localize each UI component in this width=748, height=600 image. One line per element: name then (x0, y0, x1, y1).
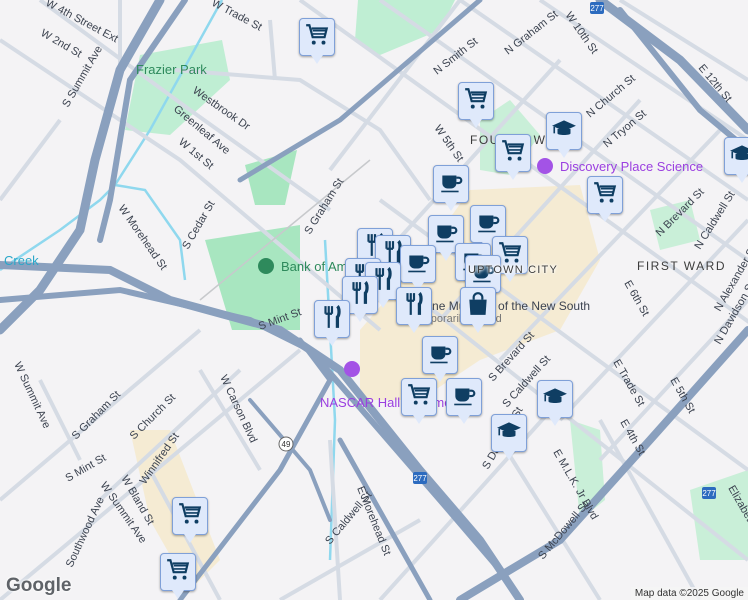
map-marker-shopping-cart[interactable] (172, 497, 208, 543)
map-marker-graduation-cap[interactable] (546, 112, 582, 158)
graduation-cap-icon (542, 384, 568, 415)
map-attribution[interactable]: Map data ©2025 Google (630, 587, 748, 600)
coffee-cup-icon (451, 382, 477, 413)
svg-text:49: 49 (282, 440, 291, 449)
map-marker-graduation-cap[interactable] (537, 380, 573, 426)
map-marker-shopping-cart[interactable] (401, 378, 437, 424)
shopping-bag-icon (465, 291, 491, 322)
shopping-cart-icon (177, 501, 203, 532)
svg-text:277: 277 (413, 474, 427, 483)
fork-knife-icon (319, 304, 345, 335)
map-marker-coffee-cup[interactable] (446, 378, 482, 424)
map-marker-shopping-cart[interactable] (587, 176, 623, 222)
creek-label: Creek (4, 253, 39, 268)
coffee-cup-icon (475, 209, 501, 240)
map-marker-graduation-cap[interactable] (491, 414, 527, 460)
map-marker-coffee-cup[interactable] (400, 245, 436, 291)
map-marker-shopping-cart[interactable] (458, 82, 494, 128)
svg-text:W 2nd St: W 2nd St (39, 27, 84, 60)
shopping-cart-icon (165, 557, 191, 588)
museum-icon[interactable] (344, 361, 360, 377)
map-marker-fork-knife[interactable] (396, 287, 432, 333)
svg-text:S Graham St: S Graham St (70, 389, 123, 442)
fork-knife-icon (347, 280, 373, 311)
map-marker-coffee-cup[interactable] (433, 165, 469, 211)
coffee-cup-icon (438, 169, 464, 200)
shopping-cart-icon (304, 22, 330, 53)
coffee-cup-icon (427, 340, 453, 371)
map-marker-shopping-cart[interactable] (495, 134, 531, 180)
map-marker-shopping-bag[interactable] (460, 287, 496, 333)
coffee-cup-icon (405, 249, 431, 280)
park-label-frazier: Frazier Park (136, 62, 207, 77)
graduation-cap-icon (551, 116, 577, 147)
graduation-cap-icon (729, 141, 748, 172)
poi-discovery-place-science[interactable]: Discovery Place Science (560, 159, 703, 174)
svg-text:S Mint St: S Mint St (64, 452, 109, 485)
shopping-cart-icon (592, 180, 618, 211)
map-marker-shopping-cart[interactable] (299, 18, 335, 64)
svg-text:277: 277 (590, 4, 604, 13)
stadium-icon[interactable] (258, 258, 274, 274)
svg-text:S Graham St: S Graham St (302, 176, 346, 236)
shopping-cart-icon (406, 382, 432, 413)
graduation-cap-icon (496, 418, 522, 449)
svg-text:E Trade St: E Trade St (610, 358, 646, 409)
neighborhood-first-ward: FIRST WARD (637, 259, 726, 273)
map-marker-fork-knife[interactable] (314, 300, 350, 346)
svg-text:E 6th St: E 6th St (621, 279, 651, 319)
svg-text:W 5th St: W 5th St (432, 123, 466, 164)
map-marker-shopping-cart[interactable] (160, 553, 196, 599)
svg-text:277: 277 (702, 489, 716, 498)
svg-text:W Trade St: W Trade St (210, 0, 264, 33)
museum-icon[interactable] (537, 158, 553, 174)
fork-knife-icon (401, 291, 427, 322)
poi-levine-museum[interactable]: Levine Museum of the New South (410, 299, 590, 313)
svg-text:Southwood Ave: Southwood Ave (64, 495, 107, 569)
shopping-cart-icon (500, 138, 526, 169)
neighborhood-uptown-city: UPTOWN CITY (468, 264, 558, 276)
svg-text:W 10th St: W 10th St (563, 10, 601, 56)
shopping-cart-icon (463, 86, 489, 117)
google-logo: Google (6, 575, 72, 596)
map-marker-graduation-cap[interactable] (724, 137, 748, 183)
map-marker-coffee-cup[interactable] (422, 336, 458, 382)
